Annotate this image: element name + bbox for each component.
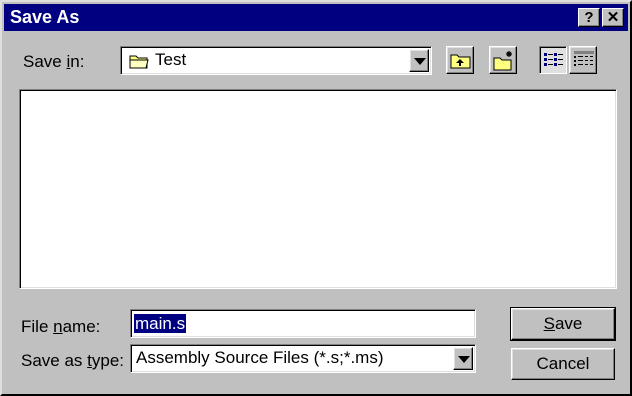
window-title: Save As xyxy=(10,7,80,27)
help-icon: ? xyxy=(584,9,594,26)
chevron-down-icon xyxy=(414,58,426,65)
help-button[interactable]: ? xyxy=(578,8,600,27)
file-name-value: main.s xyxy=(134,314,187,333)
up-one-level-icon xyxy=(450,52,472,69)
file-name-input[interactable]: main.s xyxy=(130,309,476,338)
save-button[interactable]: Save xyxy=(510,307,616,341)
save-as-type-value: Assembly Source Files (*.s;*.ms) xyxy=(136,348,384,367)
list-view-icon xyxy=(544,52,564,68)
up-one-level-button[interactable] xyxy=(446,46,474,74)
close-icon: ✕ xyxy=(606,9,620,26)
new-folder-icon xyxy=(492,49,516,72)
new-folder-button[interactable] xyxy=(489,46,517,74)
save-in-value: Test xyxy=(155,50,187,69)
details-view-button[interactable] xyxy=(569,46,597,74)
close-button[interactable]: ✕ xyxy=(602,8,624,27)
cancel-button[interactable]: Cancel xyxy=(511,348,615,380)
title-bar[interactable]: Save As ? ✕ xyxy=(4,4,628,31)
list-view-button[interactable] xyxy=(539,46,567,74)
folder-icon xyxy=(129,53,149,69)
save-in-dropdown[interactable]: Test xyxy=(120,46,432,75)
file-list[interactable] xyxy=(19,89,617,289)
save-in-label: Save in: xyxy=(23,52,85,71)
save-as-type-label: Save as type: xyxy=(21,351,125,370)
details-view-icon xyxy=(574,51,594,69)
save-as-type-dropdown[interactable]: Assembly Source Files (*.s;*.ms) xyxy=(130,344,476,373)
save-as-type-dropdown-button[interactable] xyxy=(453,347,473,370)
chevron-down-icon xyxy=(458,356,470,363)
save-in-dropdown-button[interactable] xyxy=(409,49,429,72)
save-as-dialog: Save As ? ✕ Save in: Test File name: mai… xyxy=(0,0,632,396)
file-name-label: File name: xyxy=(21,317,101,336)
